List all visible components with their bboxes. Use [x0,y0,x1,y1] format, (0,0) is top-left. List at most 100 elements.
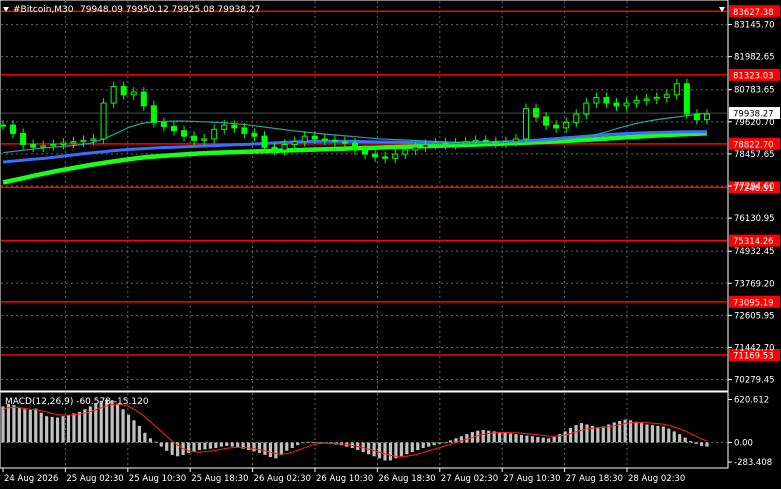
time-label: 27 Aug 18:30 [566,474,623,484]
candle-body [90,138,97,141]
macd-bar [257,442,262,453]
macd-bar [639,423,644,443]
macd-bar [126,414,131,443]
macd-bar [552,436,556,443]
price-tick-label: 74932.45 [734,247,775,257]
macd-bar [388,442,393,461]
time-label: 27 Aug 02:30 [441,474,498,484]
chart-header: #Bitcoin,M30 79948.09 79950.12 79925.08 … [3,5,260,15]
macd-bar [230,442,234,447]
time-label: 24 Aug 2026 [4,474,58,484]
macd-bar [689,441,693,443]
macd-bar [437,442,442,444]
candle-body [583,102,590,115]
macd-bar [28,409,32,443]
candle-body [281,143,288,151]
macd-bar [519,434,524,443]
macd-bar [34,408,38,443]
price-tick-label: 76130.95 [734,214,775,224]
candle-body [321,138,328,141]
macd-bar [12,405,16,443]
macd-bar [634,421,638,443]
macd-tick-label: -283.408 [734,458,772,468]
macd-bar [66,414,71,443]
candle-body [663,94,670,99]
macd-bar [279,442,283,455]
macd-bar [165,442,169,451]
macd-bar [252,442,256,452]
macd-bar [307,441,311,443]
candle-body [291,141,298,145]
macd-bar [547,438,551,443]
candle-body [543,116,550,126]
candle-body [140,91,147,107]
macd-bar [536,436,540,443]
level-label: 78822.70 [733,140,774,150]
macd-bar [481,430,485,443]
macd-bar [487,430,491,443]
candle-body [191,135,198,141]
candle-body [362,149,369,155]
candle-body [693,113,700,121]
candle-body [613,102,620,107]
candle-body [50,143,57,147]
macd-bar [377,442,382,459]
macd-tick-label: 620.612 [734,395,769,405]
candle-body [241,127,248,134]
candle-body [623,102,630,107]
macd-bar [601,426,605,443]
candle-body [704,113,710,121]
candle-body [120,86,127,96]
candle-body [100,102,107,140]
trading-chart[interactable]: 83627.3881323.0378822.7077246.5175314.26… [0,0,781,489]
symbol-label: #Bitcoin,M30 [13,5,74,15]
macd-bar [301,442,305,444]
candle-body [512,138,519,143]
macd-bar [530,436,534,443]
macd-bar [23,409,27,443]
macd-bar [416,442,420,451]
candle-body [422,143,429,148]
macd-bar [683,437,687,443]
macd-bar [574,425,578,443]
macd-bar [45,416,49,443]
time-label: 26 Aug 18:30 [378,474,435,484]
price-tick-label: 77294.60 [734,182,775,192]
macd-bar [661,426,665,443]
level-label: 73095.19 [733,298,774,308]
macd-bar [268,442,273,457]
candle-body [0,124,6,127]
macd-bar [192,442,196,452]
candle-body [553,124,560,129]
macd-bar [672,431,676,443]
time-label: 25 Aug 18:30 [191,474,248,484]
macd-bar [290,442,294,448]
macd-bar [61,416,65,443]
candle-body [653,97,660,100]
macd-bar [525,435,529,443]
candle-body [331,139,338,143]
macd-bar [39,412,43,443]
macd-bar [541,437,545,443]
candle-body [462,141,469,144]
macd-bar [568,427,573,443]
price-tick-label: 70279.45 [734,376,775,386]
macd-bar [263,442,267,455]
level-label: 83627.38 [733,8,774,18]
candle-body [673,83,680,96]
ohlc-values: 79948.09 79950.12 79925.08 79938.27 [80,5,260,15]
macd-bar [448,440,453,443]
candle-body [683,83,690,115]
macd-bar [650,425,655,443]
macd-bar [508,433,513,443]
macd-bar [77,412,82,443]
macd-bar [50,416,54,443]
candle-body [150,105,157,123]
macd-bar [667,428,671,443]
candle-body [402,149,409,155]
candle-body [563,121,570,129]
candle-body [341,141,348,144]
time-label: 25 Aug 10:30 [129,474,186,484]
macd-bar [432,442,436,446]
candle-body [533,108,540,118]
